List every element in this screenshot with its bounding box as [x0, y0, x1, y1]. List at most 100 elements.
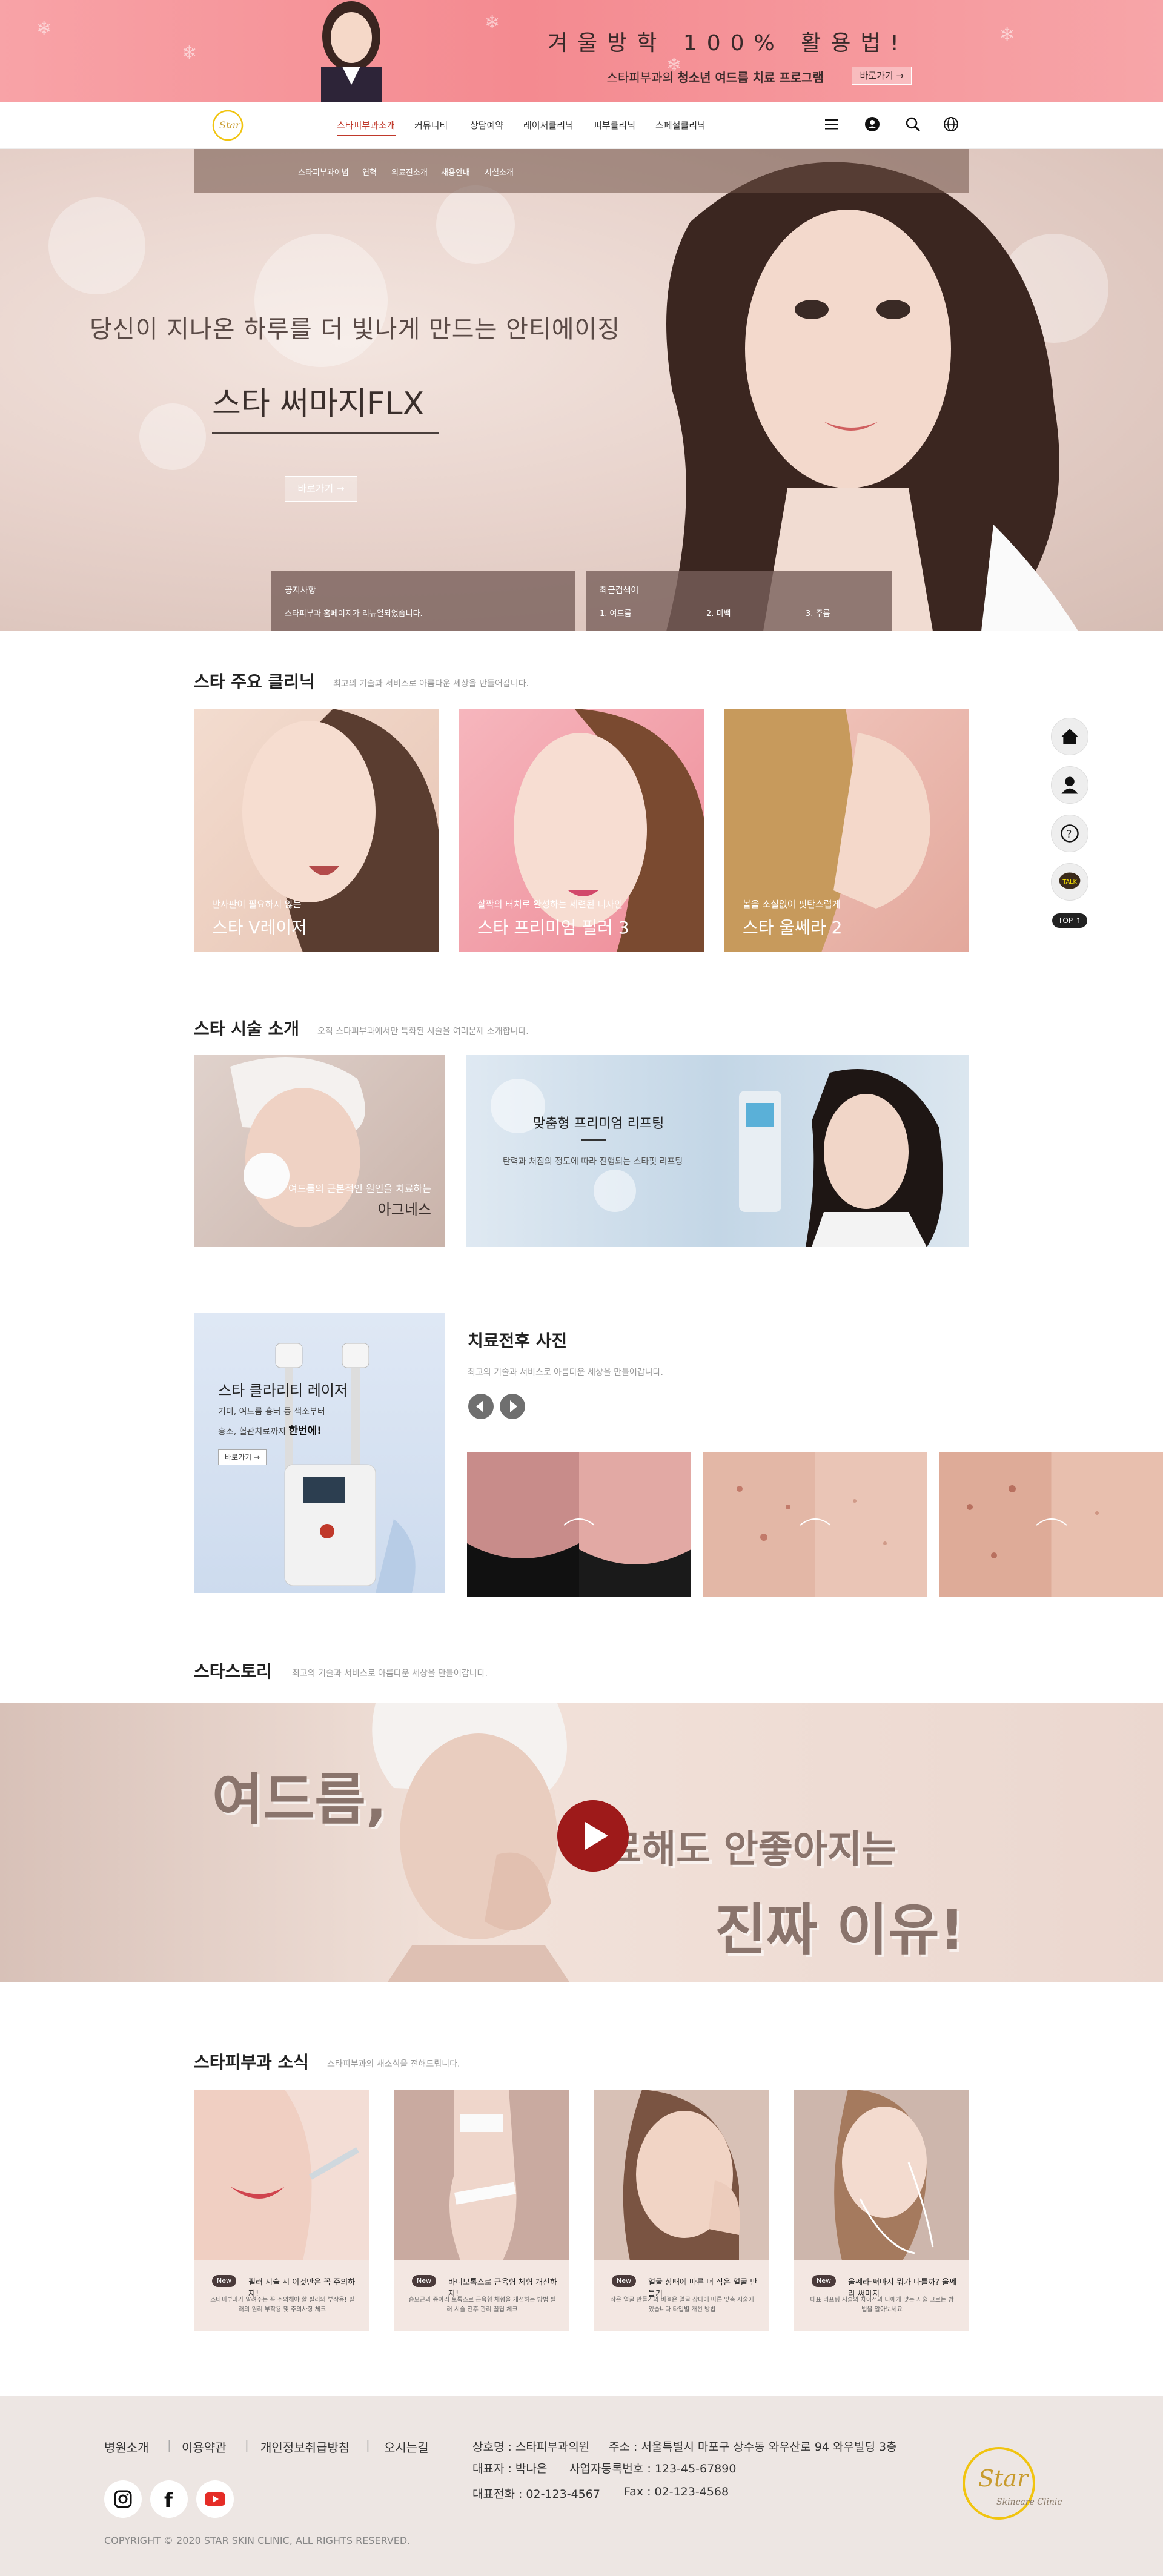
- agnes-name: 아그네스: [377, 1201, 431, 1218]
- next-arrow-icon[interactable]: [499, 1393, 526, 1420]
- promo-headline: 겨울방학 100% 활용법!: [547, 31, 909, 56]
- facebook-icon[interactable]: f: [150, 2480, 188, 2518]
- snowflake-icon: ❄: [36, 18, 52, 39]
- kakao-talk-icon[interactable]: TALK: [1051, 863, 1088, 901]
- youtube-icon[interactable]: [196, 2480, 234, 2518]
- subnav-item-philosophy[interactable]: 스타피부과이념: [298, 166, 349, 177]
- promo-sub-bold: 청소년 여드름 치료 프로그램: [677, 70, 824, 85]
- play-icon[interactable]: [557, 1800, 629, 1872]
- treatment-card-lifting[interactable]: 맞춤형 프리미엄 리프팅 탄력과 처짐의 정도에 따라 진행되는 스타핏 리프팅: [466, 1055, 969, 1247]
- search-icon[interactable]: [904, 115, 922, 133]
- news-badge: New: [612, 2275, 636, 2287]
- footer-separator: |: [245, 2438, 249, 2452]
- recent-search-box: 최근검색어 1. 여드름 2. 미백 3. 주름: [586, 571, 892, 631]
- nav-item-special-clinic[interactable]: 스페셜클리닉: [655, 119, 706, 131]
- hero-divider: [212, 432, 439, 434]
- snowflake-icon: ❄: [485, 12, 500, 33]
- news-desc: 대표 리프팅 시술의 차이점과 나에게 맞는 시술 고르는 방법을 알아보세요: [810, 2297, 954, 2313]
- user-icon[interactable]: [863, 115, 881, 133]
- footer-address: 주소 : 서울특별시 마포구 상수동 와우산로 94 와우빌딩 3층: [609, 2440, 897, 2454]
- news-card[interactable]: New 울쎄라·써마지 뭐가 다를까? 울쎄라 써마지 대표 리프팅 시술의 차…: [794, 2090, 969, 2331]
- footer-link-directions[interactable]: 오시는길: [384, 2438, 429, 2455]
- clinic-card[interactable]: 살짝의 터치로 완성하는 세련된 디자인 스타 프리미엄 필러 3: [459, 709, 704, 952]
- clinic-card-name: 스타 프리미엄 필러 3: [477, 918, 629, 938]
- subnav-item-facilities[interactable]: 시설소개: [485, 166, 514, 177]
- svg-text:Skincare Clinic: Skincare Clinic: [996, 2497, 1062, 2507]
- news-card[interactable]: New 바디보톡스로 근육형 체형 개선하자! 승모근과 종아리 보톡스로 근육…: [394, 2090, 569, 2331]
- footer: 병원소개 | 이용약관 | 개인정보취급방침 | 오시는길 f 상호명 : 스타…: [0, 2396, 1163, 2576]
- recent-search-item[interactable]: 1. 여드름: [600, 607, 631, 618]
- treatment-card-agnes[interactable]: 여드름의 근본적인 원인을 치료하는 아그네스: [194, 1055, 445, 1247]
- prev-arrow-icon[interactable]: [468, 1393, 494, 1420]
- before-after-image: [967, 1485, 1099, 1558]
- header: Star 스타피부과소개 커뮤니티 상담예약 레이저클리닉 피부클리닉 스페셜클…: [0, 102, 1163, 149]
- footer-link-privacy[interactable]: 개인정보취급방침: [260, 2438, 350, 2455]
- sub-navigation: 스타피부과이념 연혁 의료진소개 채용안내 시설소개: [194, 149, 969, 193]
- news-image: [394, 2090, 569, 2260]
- recent-search-item[interactable]: 3. 주름: [806, 607, 830, 618]
- footer-link-terms[interactable]: 이용약관: [182, 2438, 227, 2455]
- before-after-photo[interactable]: [703, 1452, 927, 1597]
- nav-item-reservation[interactable]: 상담예약: [470, 119, 503, 131]
- clinic-section-title: 스타 주요 클리닉: [194, 672, 315, 692]
- news-image: [594, 2090, 769, 2260]
- laser-desc-line1: 기미, 여드름 흉터 등 색소부터: [218, 1407, 325, 1417]
- instagram-icon[interactable]: [104, 2480, 142, 2518]
- before-after-photo[interactable]: [939, 1452, 1163, 1597]
- story-section-title: 스타스토리: [194, 1661, 272, 1681]
- recent-search-item[interactable]: 2. 미백: [706, 607, 731, 618]
- svg-text:f: f: [164, 2489, 173, 2512]
- hero-model-image: [666, 162, 1078, 631]
- nav-item-about[interactable]: 스타피부과소개: [337, 119, 396, 136]
- nav-item-laser-clinic[interactable]: 레이저클리닉: [523, 119, 574, 131]
- story-video[interactable]: 여드름, 치료해도 안좋아지는 진짜 이유!: [0, 1703, 1163, 1982]
- star-logo[interactable]: Star: [206, 109, 254, 142]
- promo-banner[interactable]: ❄ ❄ ❄ ❄ ❄ 겨울방학 100% 활용법! 스타피부과의 청소년 여드름 …: [0, 0, 1163, 102]
- footer-link-about[interactable]: 병원소개: [104, 2438, 149, 2455]
- news-image: [194, 2090, 369, 2260]
- clinic-card[interactable]: 볼을 소실없이 핏탄스럽게 스타 울쎄라 2: [724, 709, 969, 952]
- subnav-item-doctors[interactable]: 의료진소개: [391, 166, 428, 177]
- notice-text[interactable]: 스타피부과 홈페이지가 리뉴얼되었습니다.: [285, 607, 423, 618]
- scroll-top-button[interactable]: TOP ↑: [1052, 913, 1087, 928]
- notice-box[interactable]: 공지사항 스타피부과 홈페이지가 리뉴얼되었습니다.: [271, 571, 575, 631]
- news-card[interactable]: New 얼굴 상태에 따른 더 작은 얼굴 만들기 작은 얼굴 만들기의 비결은…: [594, 2090, 769, 2331]
- clinic-card[interactable]: 반사판이 필요하지 않는 스타 V레이저: [194, 709, 439, 952]
- laser-title: 스타 클라리티 레이저: [218, 1382, 348, 1399]
- hero-go-button[interactable]: 바로가기 →: [285, 476, 357, 502]
- footer-star-logo: Star Skincare Clinic: [963, 2447, 1062, 2520]
- before-after-image: [737, 1486, 887, 1545]
- laser-card[interactable]: 스타 클라리티 레이저 기미, 여드름 흉터 등 색소부터 홍조, 혈관치료까지…: [194, 1313, 445, 1593]
- treatment-section-title: 스타 시술 소개: [194, 1019, 300, 1039]
- globe-icon[interactable]: [942, 115, 960, 133]
- footer-separator: |: [167, 2438, 171, 2452]
- lifting-desc: 탄력과 처짐의 정도에 따라 진행되는 스타핏 리프팅: [503, 1157, 683, 1167]
- home-icon[interactable]: [1051, 718, 1088, 755]
- news-desc: 승모근과 종아리 보톡스로 근육형 체형을 개선하는 방법 필러 시술 전후 관…: [408, 2297, 556, 2313]
- before-after-photo[interactable]: [467, 1452, 691, 1597]
- hero-banner: 스타피부과이념 연혁 의료진소개 채용안내 시설소개 당신이 지나온 하루를 더…: [0, 149, 1163, 631]
- before-after-image: [467, 1518, 691, 1597]
- clinic-card-caption: 볼을 소실없이 핏탄스럽게: [743, 899, 841, 910]
- subnav-item-recruit[interactable]: 채용안내: [441, 166, 470, 177]
- promo-model-image: [321, 1, 382, 102]
- news-image: [794, 2090, 969, 2260]
- news-badge: New: [212, 2275, 236, 2287]
- nav-item-skin-clinic[interactable]: 피부클리닉: [594, 119, 635, 131]
- snowflake-icon: ❄: [999, 24, 1015, 45]
- subnav-item-history[interactable]: 연혁: [362, 166, 377, 177]
- clinic-card-name: 스타 울쎄라 2: [743, 918, 843, 938]
- svg-text:TALK: TALK: [1062, 879, 1077, 886]
- laser-desc-prefix: 홍조, 혈관치료까지: [218, 1427, 289, 1437]
- menu-icon[interactable]: [823, 115, 841, 133]
- promo-go-button[interactable]: 바로가기 →: [852, 67, 912, 85]
- help-icon[interactable]: ?: [1051, 815, 1088, 852]
- person-icon[interactable]: [1051, 766, 1088, 804]
- news-badge: New: [812, 2275, 836, 2287]
- svg-text:Star: Star: [219, 119, 241, 131]
- news-card[interactable]: New 필러 시술 시 이것만은 꼭 주의하자! 스타피부과가 알려주는 꼭 주…: [194, 2090, 369, 2331]
- story-headline-3: 진짜 이유!: [715, 1898, 965, 1962]
- laser-go-button[interactable]: 바로가기 →: [218, 1449, 267, 1465]
- nav-item-community[interactable]: 커뮤니티: [414, 119, 448, 131]
- footer-fax: Fax : 02-123-4568: [624, 2485, 729, 2498]
